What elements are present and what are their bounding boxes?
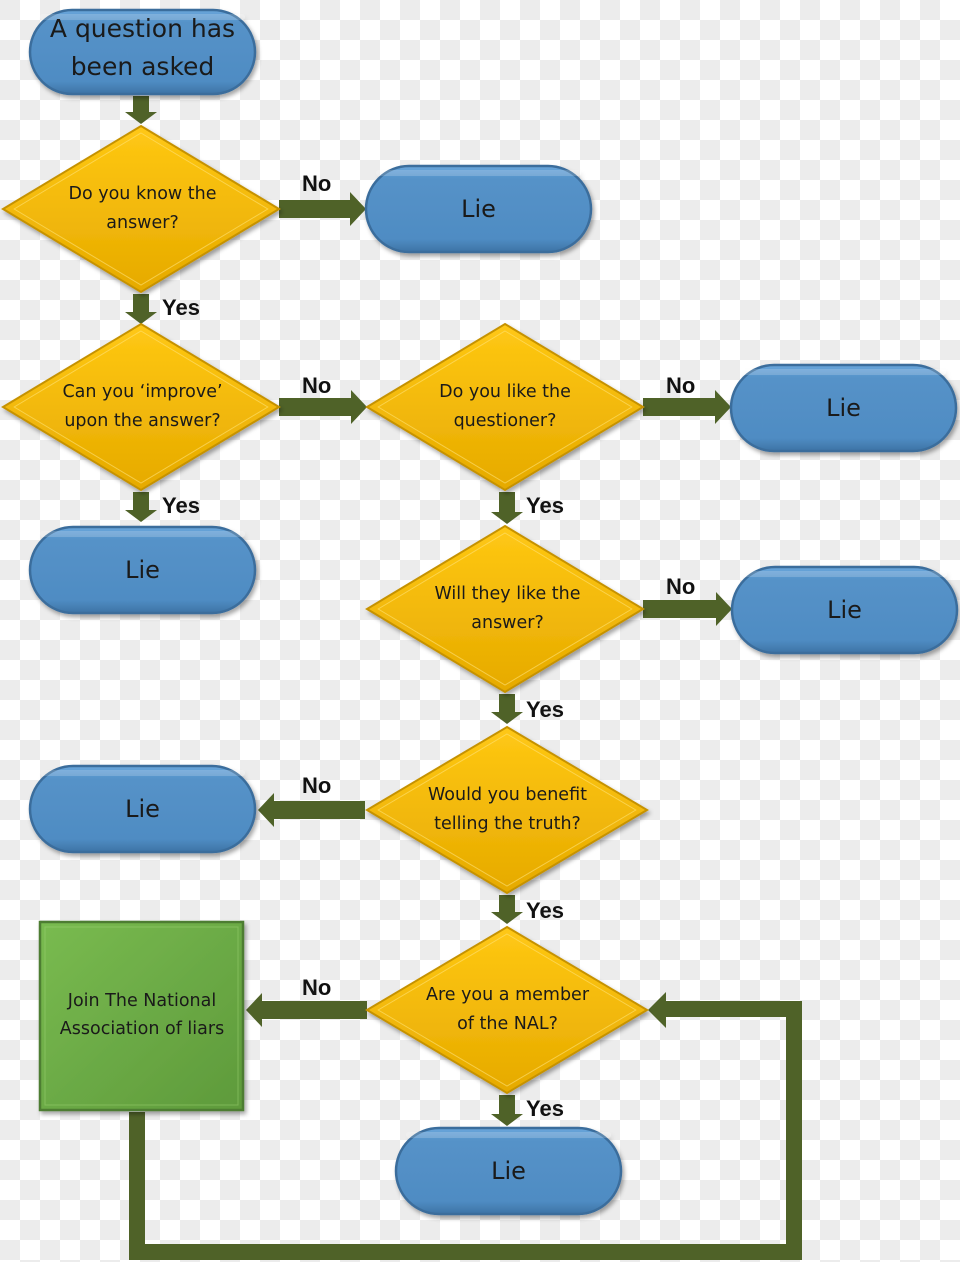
start-node-text: A question has been asked	[30, 10, 255, 86]
start-line2: been asked	[70, 52, 215, 81]
edge-q1-q2	[125, 294, 157, 324]
edge-start-q1	[125, 96, 157, 124]
arrowhead-icon	[350, 192, 366, 226]
lie6-text: Lie	[491, 1157, 526, 1185]
arrowhead-icon	[246, 993, 262, 1027]
edge-q4-q5	[491, 694, 523, 724]
arrowhead-icon	[258, 793, 274, 827]
edge-q5-q6	[491, 895, 523, 924]
edge-label-q6-yes: Yes	[526, 1096, 564, 1121]
edge-label-q1-yes: Yes	[162, 295, 200, 320]
q3-line1: Do you like the	[439, 382, 571, 402]
decision-q2-text: Can you ‘improve’ upon the answer?	[30, 378, 255, 436]
edge-label-q1-no: No	[302, 171, 332, 196]
edge-q6-lie6	[491, 1095, 523, 1126]
lie1-text: Lie	[461, 195, 496, 223]
edge-label-q4-yes: Yes	[526, 697, 564, 722]
arrowhead-icon	[491, 1114, 523, 1126]
edge-q2-lie2	[125, 492, 157, 522]
edge-q5-lie5	[258, 793, 365, 827]
decision-q5-text: Would you benefit telling the truth?	[400, 781, 615, 839]
edge-label-q3-yes: Yes	[526, 493, 564, 518]
arrowhead-icon	[351, 390, 367, 424]
lie5-text: Lie	[125, 795, 160, 823]
edge-label-q5-no: No	[302, 773, 332, 798]
q6-line2: of the NAL?	[457, 1014, 558, 1034]
edge-q3-q4	[491, 492, 523, 524]
decision-q6-text: Are you a member of the NAL?	[400, 981, 615, 1039]
start-line1: A question has	[49, 14, 236, 43]
lie2-text: Lie	[125, 556, 160, 584]
arrowhead-icon	[491, 512, 523, 524]
edge-label-q3-no: No	[666, 373, 696, 398]
arrowhead-icon	[125, 312, 157, 324]
process-join-text: Join The National Association of liars	[40, 986, 244, 1044]
q3-line2: questioner?	[453, 411, 557, 431]
q5-line2: telling the truth?	[434, 814, 581, 834]
decision-q4-text: Will they like the answer?	[400, 580, 615, 638]
arrowhead-icon	[716, 592, 732, 626]
lie3-text: Lie	[826, 394, 861, 422]
arrowhead-icon	[491, 912, 523, 924]
edge-label-q4-no: No	[666, 574, 696, 599]
arrowhead-icon	[491, 712, 523, 724]
arrowhead-icon	[715, 390, 731, 424]
edge-q1-lie1	[279, 192, 366, 226]
lie4-text: Lie	[827, 596, 862, 624]
edge-label-q2-yes: Yes	[162, 493, 200, 518]
q2-line1: Can you ‘improve’	[62, 382, 223, 402]
q1-line2: answer?	[106, 213, 179, 233]
join-line1: Join The National	[67, 991, 217, 1011]
edge-label-q2-no: No	[302, 373, 332, 398]
q5-line1: Would you benefit	[428, 785, 587, 805]
arrowhead-icon	[648, 992, 666, 1028]
q4-line1: Will they like the	[434, 584, 581, 604]
q1-line1: Do you know the	[68, 184, 217, 204]
q4-line2: answer?	[471, 613, 544, 633]
edge-label-q5-yes: Yes	[526, 898, 564, 923]
join-line2: Association of liars	[59, 1019, 225, 1039]
decision-q1-text: Do you know the answer?	[40, 180, 245, 238]
arrowhead-icon	[125, 112, 157, 124]
decision-q3-text: Do you like the questioner?	[400, 378, 610, 436]
arrowhead-icon	[125, 510, 157, 522]
q6-line1: Are you a member	[425, 985, 590, 1005]
edge-label-q6-no: No	[302, 975, 332, 1000]
q2-line2: upon the answer?	[64, 411, 221, 431]
